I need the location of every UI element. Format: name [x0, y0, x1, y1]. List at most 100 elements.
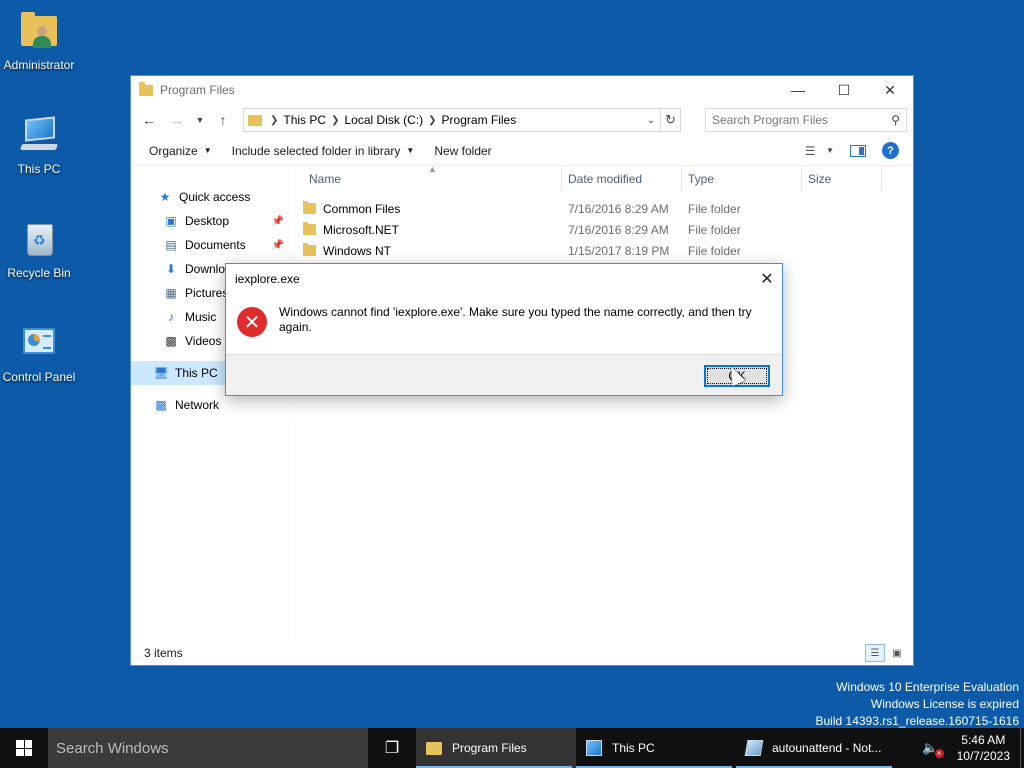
nav-item-desktop[interactable]: ▣ Desktop 📌	[131, 209, 294, 233]
caret-down-icon[interactable]: ▼	[826, 146, 834, 155]
breadcrumb-local-disk[interactable]: Local Disk (C:)	[344, 113, 423, 127]
help-icon[interactable]: ?	[882, 142, 899, 159]
nav-item-quick-access[interactable]: ★ Quick access	[131, 185, 294, 209]
taskbar-app-this-pc[interactable]: This PC	[576, 728, 736, 768]
file-type: File folder	[688, 243, 741, 258]
minimize-button[interactable]: —	[775, 76, 821, 104]
view-options-icon[interactable]: ☰	[800, 142, 820, 160]
nav-item-label: Downlo	[185, 262, 226, 276]
navigation-pane: ★ Quick access ▣ Desktop 📌 ▤ Documents 📌…	[131, 167, 294, 641]
taskbar-app-notepad[interactable]: autounattend - Not...	[736, 728, 896, 768]
nav-item-network[interactable]: ▩ Network	[131, 393, 294, 417]
nav-item-label: Music	[185, 310, 217, 324]
refresh-icon[interactable]: ↻	[660, 109, 680, 131]
column-header-type[interactable]: Type	[682, 167, 802, 191]
taskbar-app-program-files[interactable]: Program Files	[416, 728, 576, 768]
nav-item-label: Pictures	[185, 286, 229, 300]
search-input[interactable]	[712, 113, 892, 127]
folder-icon	[139, 81, 153, 96]
desktop-icon-this-pc[interactable]: This PC	[0, 114, 79, 176]
chevron-down-icon[interactable]: ⌄	[642, 115, 660, 126]
forward-arrow-icon[interactable]: →	[165, 108, 189, 132]
system-tray: 🔈 × 5:46 AM 10/7/2023	[922, 728, 1024, 768]
chevron-right-icon[interactable]: ❯	[331, 115, 339, 126]
clock-time: 5:46 AM	[961, 733, 1006, 747]
computer-icon	[17, 114, 61, 158]
desktop-icon-administrator[interactable]: Administrator	[0, 10, 79, 72]
taskbar-app-label: Program Files	[452, 741, 527, 755]
file-row[interactable]: Microsoft.NET 7/16/2016 8:29 AM File fol…	[295, 219, 913, 240]
license-watermark: Windows 10 Enterprise Evaluation Windows…	[816, 679, 1020, 730]
film-icon: ▩	[165, 334, 177, 348]
chevron-right-icon[interactable]: ❯	[428, 115, 436, 126]
control-panel-icon	[17, 322, 61, 366]
nav-item-label: Videos	[185, 334, 222, 348]
desktop-icon-recycle-bin[interactable]: Recycle Bin	[0, 218, 79, 280]
chevron-right-icon[interactable]: ❯	[270, 115, 278, 126]
volume-muted-icon[interactable]: 🔈 ×	[922, 740, 944, 758]
nav-item-documents[interactable]: ▤ Documents 📌	[131, 233, 294, 257]
up-arrow-icon[interactable]: ↑	[211, 108, 235, 132]
explorer-body: ★ Quick access ▣ Desktop 📌 ▤ Documents 📌…	[131, 164, 913, 641]
dialog-close-icon[interactable]: ✕	[752, 269, 782, 289]
maximize-button[interactable]: ☐	[821, 76, 867, 104]
organize-menu[interactable]: Organize ▼	[139, 137, 222, 165]
caret-down-icon: ▼	[203, 146, 212, 155]
large-icons-view-icon[interactable]: ▣	[887, 644, 907, 662]
back-arrow-icon[interactable]: ←	[137, 108, 161, 132]
file-name: Windows NT	[323, 243, 392, 258]
desktop-icon-label: Recycle Bin	[7, 266, 71, 280]
nav-item-label: Quick access	[179, 190, 251, 204]
computer-icon: 🖥	[153, 366, 169, 380]
address-bar[interactable]: ❯ This PC ❯ Local Disk (C:) ❯ Program Fi…	[243, 108, 681, 132]
file-row[interactable]: Windows NT 1/15/2017 8:19 PM File folder	[295, 240, 913, 261]
folder-icon	[303, 222, 316, 235]
file-name: Microsoft.NET	[323, 222, 400, 237]
include-label: Include selected folder in library	[231, 143, 401, 158]
folder-icon	[426, 741, 442, 755]
nav-item-label: Documents	[185, 238, 246, 252]
clock[interactable]: 5:46 AM 10/7/2023	[951, 732, 1020, 764]
file-date: 7/16/2016 8:29 AM	[568, 222, 669, 237]
taskbar-search-placeholder: Search Windows	[56, 739, 169, 757]
column-header-date[interactable]: Date modified	[562, 167, 682, 191]
column-header-size[interactable]: Size	[802, 167, 882, 191]
desktop-icon-label: Administrator	[3, 58, 75, 72]
recycle-bin-icon	[17, 218, 61, 262]
dialog-title-bar[interactable]: iexplore.exe ✕	[226, 264, 782, 294]
dialog-message: Windows cannot find 'iexplore.exe'. Make…	[279, 305, 752, 334]
error-dialog: iexplore.exe ✕ ✕ Windows cannot find 'ie…	[225, 263, 783, 396]
desktop-icon-control-panel[interactable]: Control Panel	[0, 322, 79, 384]
nav-item-label: Network	[175, 398, 220, 412]
show-desktop-button[interactable]	[1020, 728, 1024, 768]
recent-locations-chevron-icon[interactable]: ▼	[193, 108, 207, 132]
file-list: ▲ Name Date modified Type Size Common Fi…	[294, 164, 913, 641]
pin-icon: 📌	[271, 239, 284, 251]
file-row[interactable]: Common Files 7/16/2016 8:29 AM File fold…	[295, 198, 913, 219]
command-bar: Organize ▼ Include selected folder in lib…	[131, 136, 913, 166]
breadcrumb-this-pc[interactable]: This PC	[283, 113, 326, 127]
clock-date: 10/7/2023	[956, 749, 1010, 763]
details-view-icon[interactable]: ☰	[865, 644, 885, 662]
include-in-library-menu[interactable]: Include selected folder in library ▼	[222, 137, 425, 165]
file-date: 1/15/2017 8:19 PM	[568, 243, 670, 258]
taskbar-search-box[interactable]: Search Windows	[48, 728, 368, 768]
search-box[interactable]: ⚲	[705, 108, 907, 132]
start-button[interactable]	[0, 728, 48, 768]
task-view-icon[interactable]: ❐	[368, 728, 416, 768]
new-folder-button[interactable]: New folder	[424, 137, 501, 165]
desktop-icon-label: Control Panel	[2, 370, 76, 384]
taskbar-app-label: autounattend - Not...	[772, 741, 882, 755]
breadcrumb-program-files[interactable]: Program Files	[442, 113, 517, 127]
taskbar-app-label: This PC	[612, 741, 655, 755]
music-note-icon: ♪	[168, 310, 174, 324]
nav-item-label: Desktop	[185, 214, 230, 228]
computer-icon	[586, 740, 602, 756]
desktop-icon: ▣	[165, 214, 177, 228]
pin-icon: 📌	[271, 215, 284, 227]
title-bar[interactable]: Program Files — ☐ ✕	[131, 76, 913, 104]
close-button[interactable]: ✕	[867, 76, 913, 104]
star-icon: ★	[159, 190, 171, 204]
preview-pane-icon[interactable]	[850, 144, 866, 157]
column-header-name[interactable]: Name	[295, 167, 562, 191]
